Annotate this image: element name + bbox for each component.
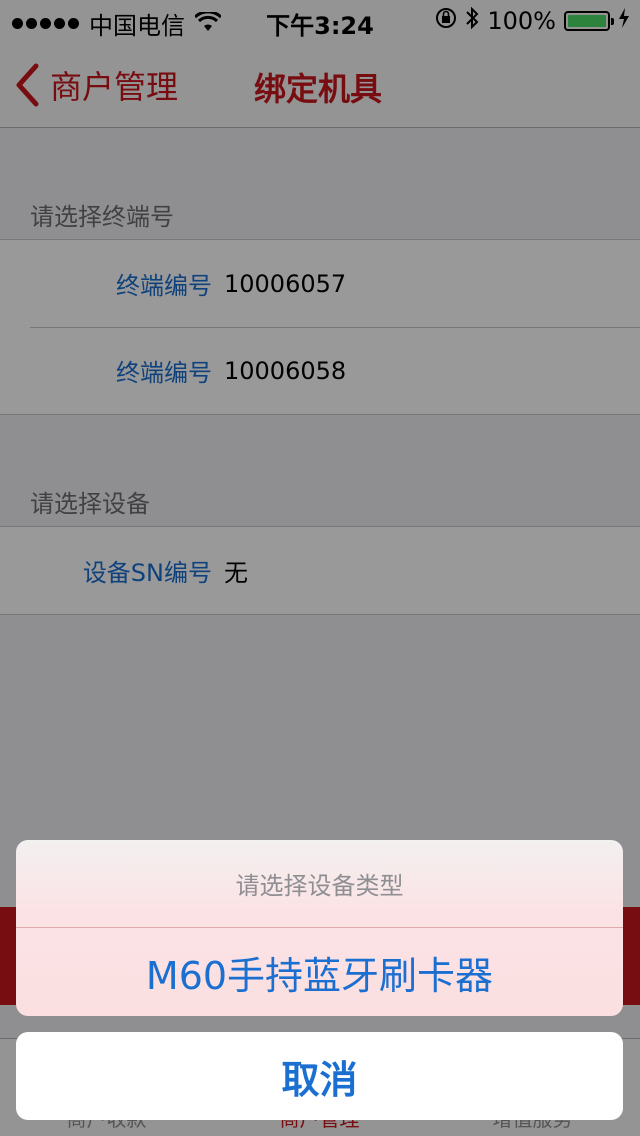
cancel-button[interactable]: 取消 [16,1032,623,1120]
action-sheet: 请选择设备类型 M60手持蓝牙刷卡器 [16,840,623,1016]
action-sheet-title: 请选择设备类型 [16,840,623,928]
device-type-option[interactable]: M60手持蓝牙刷卡器 [16,928,623,1016]
